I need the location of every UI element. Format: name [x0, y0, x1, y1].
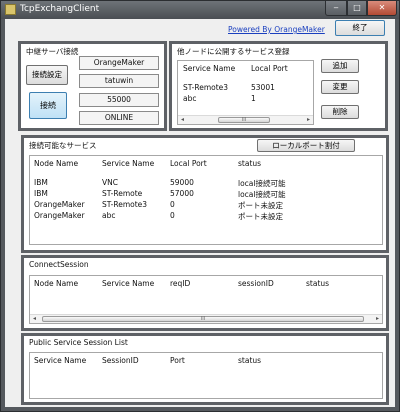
service-name-cell: abc [102, 211, 116, 220]
list-row[interactable]: OrangeMaker ST-Remote3 0 ポート未設定 [30, 200, 382, 210]
scroll-right-icon[interactable]: ▸ [373, 315, 382, 323]
scroll-left-icon[interactable]: ◂ [30, 315, 39, 323]
scroll-right-icon[interactable]: ▸ [304, 116, 313, 124]
relay-server-panel: 中継サーバ接続 接続設定 接続 OrangeMaker tatuwin 5500… [18, 41, 167, 131]
column-header[interactable]: Service Name [34, 356, 86, 365]
node-name-cell: OrangeMaker [34, 200, 85, 209]
status-cell: ポート未設定 [238, 201, 283, 210]
app-icon [5, 4, 16, 15]
available-panel-title: 接続可能なサービス [29, 141, 97, 150]
list-row[interactable]: IBM VNC 59000 local接続可能 [30, 178, 382, 188]
list-row[interactable]: IBM ST-Remote 57000 local接続可能 [30, 189, 382, 199]
relay-panel-title: 中継サーバ接続 [26, 47, 79, 56]
horizontal-scrollbar[interactable]: ◂ III ▸ [30, 314, 382, 323]
service-name-cell: ST-Remote [102, 189, 143, 198]
client-area: Powered By OrangeMaker 終了 中継サーバ接続 接続設定 接… [5, 19, 395, 407]
publish-panel-title: 他ノードに公開するサービス登録 [177, 47, 290, 56]
powered-by-link[interactable]: Powered By OrangeMaker [228, 25, 325, 34]
list-header: Node Name Service Name Local Port status [30, 159, 382, 171]
publish-service-panel: 他ノードに公開するサービス登録 Service Name Local Port … [169, 41, 388, 131]
column-header[interactable]: Local Port [170, 159, 207, 168]
local-port-cell: 0 [170, 200, 175, 209]
list-header: Service Name SessionID Port status [30, 356, 382, 368]
column-header[interactable]: Local Port [251, 64, 288, 73]
connect-button[interactable]: 接続 [29, 92, 67, 119]
service-name-cell: abc [183, 94, 197, 103]
service-name-cell: ST-Remote3 [102, 200, 148, 209]
title-bar[interactable]: TcpExchangClient ‒ □ ✕ [1, 1, 399, 19]
top-bar: Powered By OrangeMaker 終了 [5, 19, 395, 39]
column-header[interactable]: Service Name [183, 64, 235, 73]
window-title: TcpExchangClient [20, 4, 100, 14]
status-cell: local接続可能 [238, 179, 286, 188]
connect-session-title: ConnectSession [29, 260, 89, 269]
public-session-title: Public Service Session List [29, 338, 128, 347]
list-row[interactable]: abc 1 [178, 94, 313, 104]
column-header[interactable]: reqID [170, 279, 190, 288]
relay-status-field: ONLINE [79, 111, 159, 125]
available-services-panel: 接続可能なサービス ローカルポート割付 Node Name Service Na… [21, 135, 389, 253]
column-header[interactable]: Port [170, 356, 185, 365]
local-port-cell: 59000 [170, 178, 194, 187]
local-port-cell: 57000 [170, 189, 194, 198]
column-header[interactable]: status [306, 279, 329, 288]
publish-service-list[interactable]: Service Name Local Port ST-Remote3 53001… [177, 60, 314, 125]
app-window: TcpExchangClient ‒ □ ✕ Powered By Orange… [0, 0, 400, 412]
local-port-cell: 0 [170, 211, 175, 220]
list-header: Node Name Service Name reqID sessionID s… [30, 279, 382, 291]
scroll-thumb[interactable]: III [42, 316, 364, 322]
change-button[interactable]: 変更 [321, 80, 359, 94]
column-header[interactable]: Service Name [102, 159, 154, 168]
column-header[interactable]: SessionID [102, 356, 139, 365]
maximize-button[interactable]: □ [347, 1, 367, 16]
scroll-left-icon[interactable]: ◂ [178, 116, 187, 124]
list-row[interactable]: ST-Remote3 53001 [178, 83, 313, 93]
connection-settings-button[interactable]: 接続設定 [26, 65, 68, 85]
assign-local-port-button[interactable]: ローカルポート割付 [257, 139, 355, 152]
local-port-cell: 1 [251, 94, 256, 103]
horizontal-scrollbar[interactable]: ◂ III ▸ [178, 115, 313, 124]
delete-button[interactable]: 削除 [321, 105, 359, 119]
status-cell: local接続可能 [238, 190, 286, 199]
relay-host-field: OrangeMaker [79, 56, 159, 70]
scroll-thumb[interactable]: III [218, 117, 270, 123]
node-name-cell: IBM [34, 178, 48, 187]
service-name-cell: VNC [102, 178, 118, 187]
close-button[interactable]: ✕ [367, 1, 397, 16]
column-header[interactable]: Service Name [102, 279, 154, 288]
connect-session-panel: ConnectSession Node Name Service Name re… [21, 255, 389, 331]
available-services-list[interactable]: Node Name Service Name Local Port status… [29, 155, 383, 245]
relay-port-field: 55000 [79, 93, 159, 107]
relay-user-field: tatuwin [79, 74, 159, 88]
list-row[interactable]: OrangeMaker abc 0 ポート未設定 [30, 211, 382, 221]
column-header[interactable]: Node Name [34, 159, 78, 168]
connect-session-list[interactable]: Node Name Service Name reqID sessionID s… [29, 275, 383, 324]
column-header[interactable]: status [238, 159, 261, 168]
public-session-list[interactable]: Service Name SessionID Port status [29, 352, 383, 399]
column-header[interactable]: Node Name [34, 279, 78, 288]
column-header[interactable]: sessionID [238, 279, 274, 288]
add-button[interactable]: 追加 [321, 59, 359, 73]
local-port-cell: 53001 [251, 83, 275, 92]
status-cell: ポート未設定 [238, 212, 283, 221]
column-header[interactable]: status [238, 356, 261, 365]
list-header: Service Name Local Port [178, 64, 313, 76]
service-name-cell: ST-Remote3 [183, 83, 229, 92]
public-session-panel: Public Service Session List Service Name… [21, 333, 389, 405]
exit-button[interactable]: 終了 [335, 20, 385, 36]
node-name-cell: IBM [34, 189, 48, 198]
node-name-cell: OrangeMaker [34, 211, 85, 220]
minimize-button[interactable]: ‒ [325, 1, 347, 16]
